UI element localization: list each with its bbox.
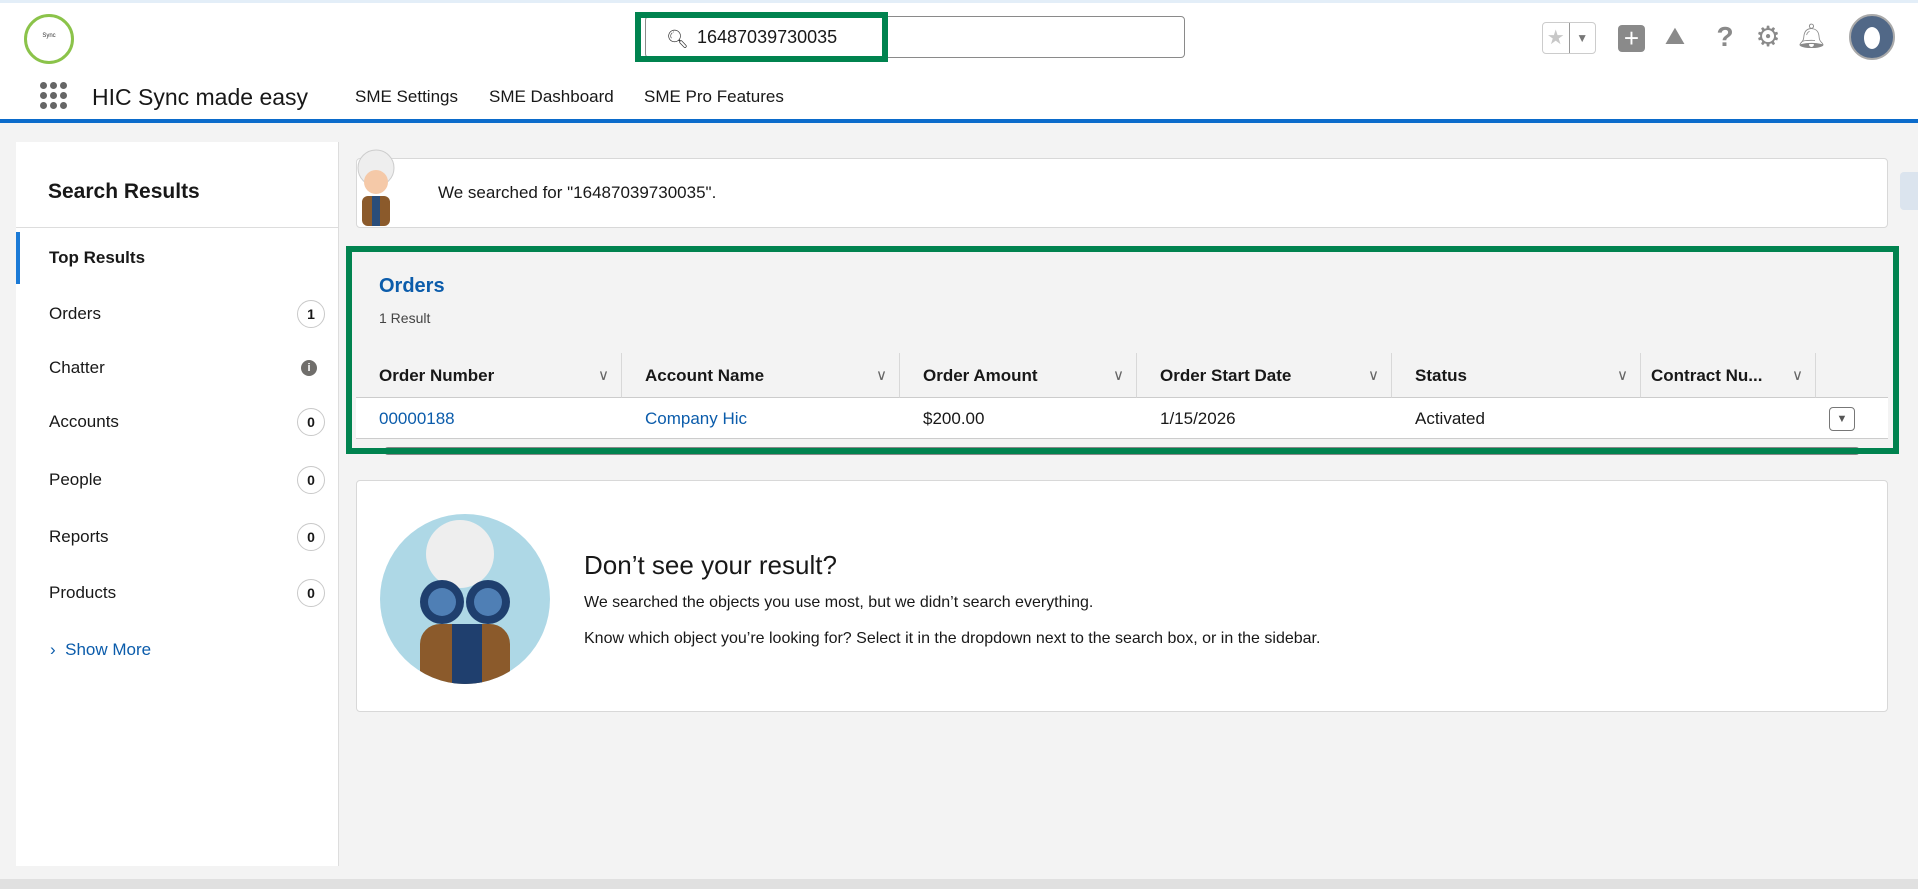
- app-launcher-icon[interactable]: [40, 82, 68, 110]
- no-result-text-1: We searched the objects you use most, bu…: [584, 594, 1094, 611]
- favorites-button[interactable]: ★ ▼: [1542, 22, 1596, 54]
- app-logo: Sync: [24, 14, 74, 64]
- sidebar-item-label: Orders: [49, 304, 101, 323]
- count-badge: 0: [297, 408, 325, 436]
- sidebar-item-accounts[interactable]: Accounts 0: [16, 396, 339, 448]
- einstein-binoculars-icon: [420, 520, 510, 684]
- header-divider: [0, 119, 1918, 123]
- nav-tab-sme-dashboard[interactable]: SME Dashboard: [489, 87, 614, 107]
- no-result-title: Don’t see your result?: [584, 550, 837, 580]
- count-badge: 0: [297, 579, 325, 607]
- einstein-binoculars-illustration: [380, 514, 550, 684]
- nav-tab-sme-pro-features[interactable]: SME Pro Features: [644, 87, 784, 107]
- sidebar-item-orders[interactable]: Orders 1: [16, 288, 339, 340]
- side-panel-toggle[interactable]: [1900, 172, 1918, 210]
- global-actions-button[interactable]: +: [1618, 25, 1645, 52]
- sidebar-item-label: Accounts: [49, 412, 119, 431]
- sidebar-item-chatter[interactable]: Chatter i: [16, 342, 339, 394]
- sidebar-item-top-results[interactable]: Top Results: [16, 232, 339, 284]
- sidebar-item-label: Top Results: [49, 248, 146, 267]
- nav-tab-sme-settings[interactable]: SME Settings: [355, 87, 458, 107]
- search-notice-text: We searched for "16487039730035".: [438, 183, 717, 202]
- chevron-right-icon: ›: [50, 640, 66, 659]
- sidebar-item-label: People: [49, 470, 102, 489]
- count-badge: 0: [297, 466, 325, 494]
- sidebar-item-label: Products: [49, 583, 117, 602]
- star-icon[interactable]: ★: [1543, 23, 1569, 53]
- user-avatar[interactable]: [1849, 14, 1895, 60]
- info-icon: i: [301, 360, 317, 376]
- sidebar-item-products[interactable]: Products 0: [16, 567, 339, 619]
- sidebar-title: Search Results: [48, 180, 200, 203]
- no-result-text-2: Know which object you’re looking for? Se…: [584, 630, 1321, 647]
- bottom-bar: [0, 879, 1918, 889]
- search-value[interactable]: 16487039730035: [697, 27, 837, 48]
- search-icon: 🔍︎: [666, 29, 689, 49]
- show-more-link[interactable]: › Show More: [50, 640, 151, 660]
- sidebar-item-reports[interactable]: Reports 0: [16, 511, 339, 563]
- app-name: HIC Sync made easy: [92, 84, 309, 110]
- notifications-bell-icon[interactable]: 🔔︎: [1796, 22, 1826, 52]
- chevron-down-icon[interactable]: ▼: [1568, 23, 1596, 53]
- sidebar-item-label: Chatter: [49, 358, 105, 377]
- sidebar-item-people[interactable]: People 0: [16, 454, 339, 506]
- trailhead-icon[interactable]: ⛰: [1660, 22, 1690, 52]
- sidebar-item-label: Reports: [49, 527, 109, 546]
- help-icon[interactable]: ?: [1710, 22, 1740, 52]
- show-more-label: Show More: [65, 640, 152, 659]
- orders-highlight-box: [346, 246, 1899, 454]
- count-badge: 0: [297, 523, 325, 551]
- setup-gear-icon[interactable]: ⚙: [1753, 22, 1783, 52]
- divider: [16, 227, 339, 228]
- count-badge: 1: [297, 300, 325, 328]
- einstein-mascot-icon: [357, 149, 395, 226]
